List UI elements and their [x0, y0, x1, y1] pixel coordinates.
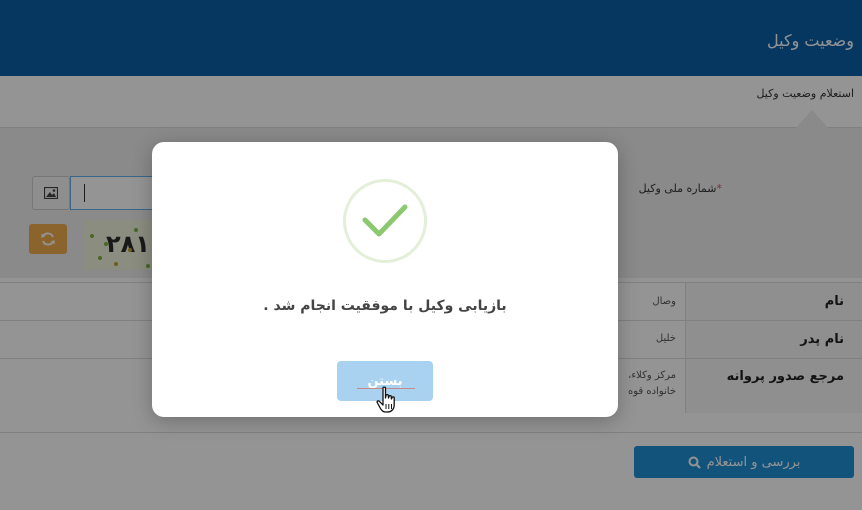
check-icon: [362, 204, 408, 237]
success-icon-circle: [343, 179, 427, 263]
success-message: بازیابی وکیل با موفقیت انجام شد .: [263, 298, 507, 314]
hand-pointer-icon: [376, 386, 395, 413]
success-dialog: بازیابی وکیل با موفقیت انجام شد . بستن: [152, 142, 618, 417]
